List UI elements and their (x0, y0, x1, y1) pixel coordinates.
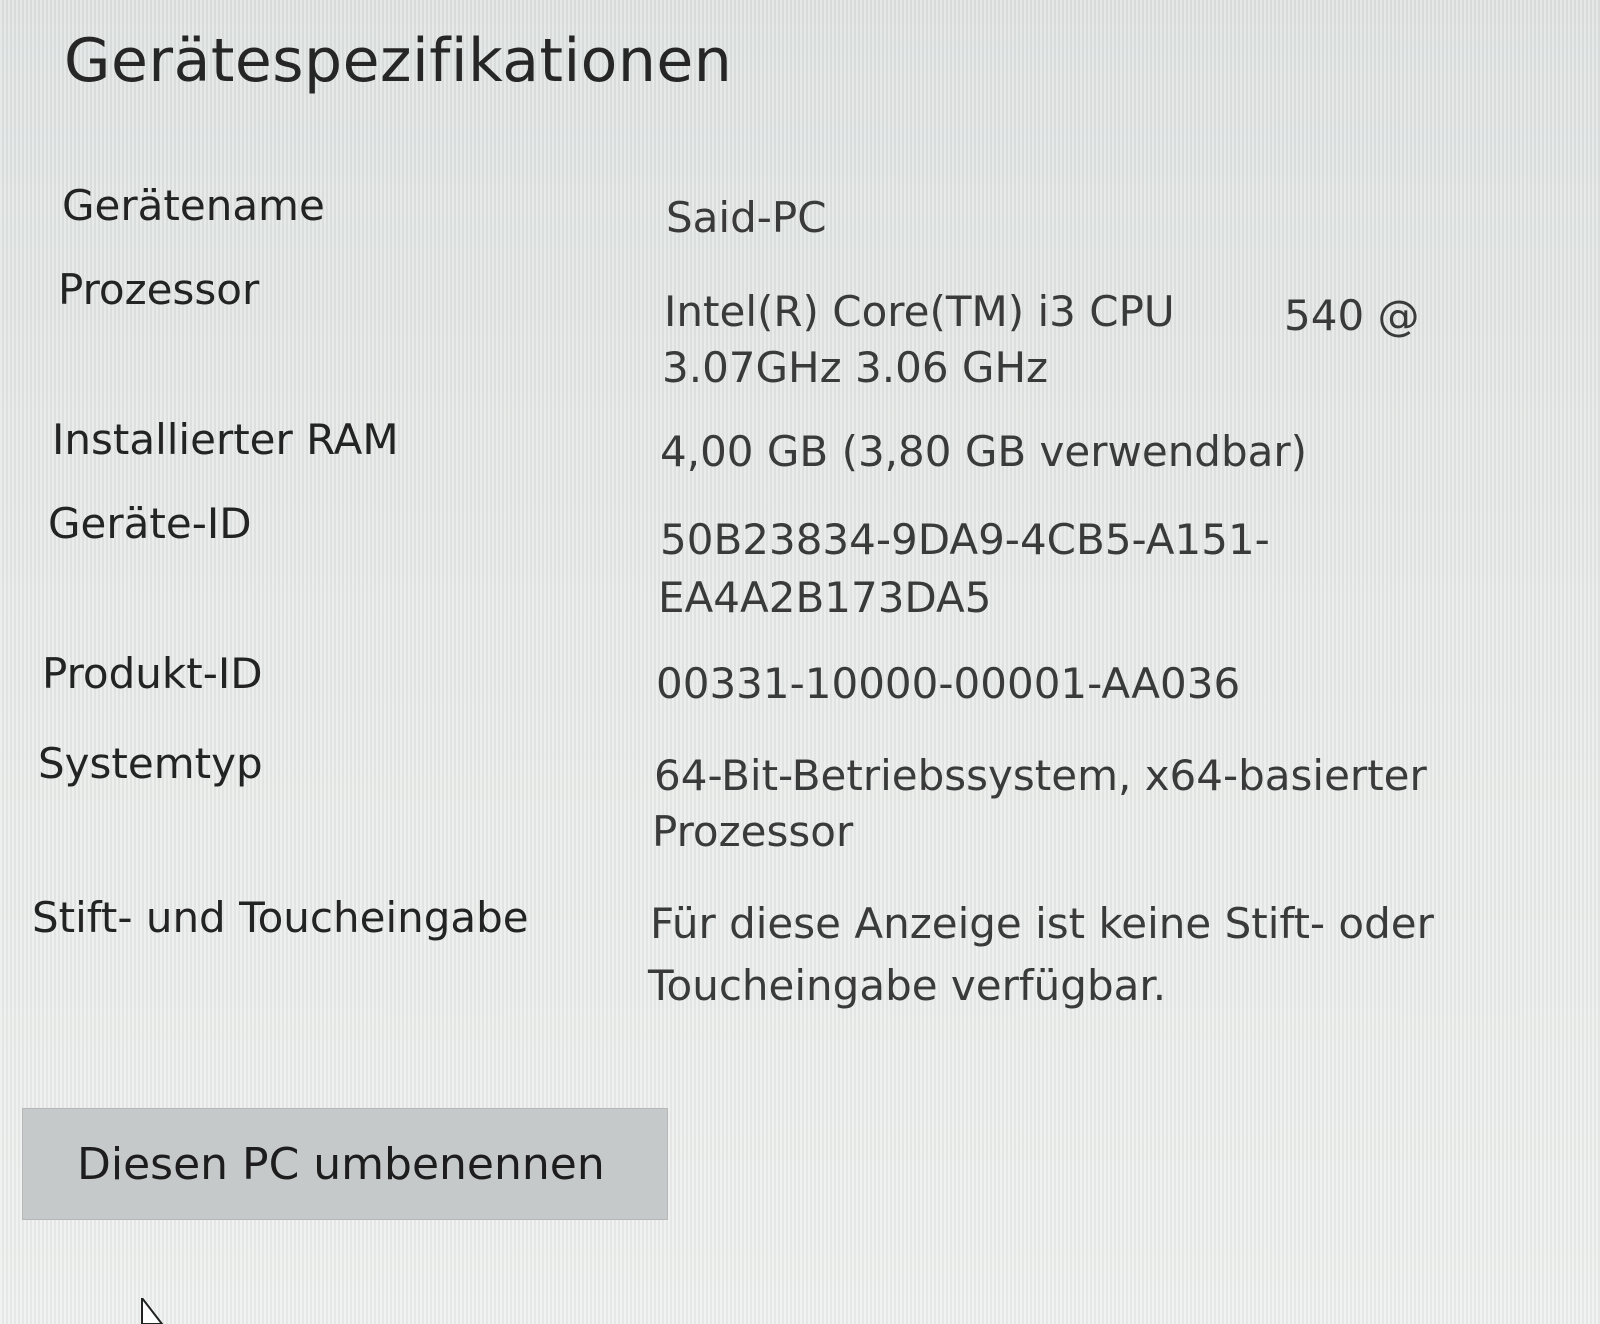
device-specifications-panel: Gerätespezifikationen Gerätename Said-PC… (0, 0, 1600, 1324)
device-name-value: Said-PC (666, 193, 827, 242)
rename-pc-button[interactable]: Diesen PC umbenennen (22, 1108, 668, 1220)
system-type-value-line1: 64-Bit-Betriebssystem, x64-basierter (654, 751, 1427, 800)
device-id-value-line2: EA4A2B173DA5 (658, 573, 992, 622)
processor-label: Prozessor (58, 265, 260, 314)
product-id-label: Produkt-ID (42, 649, 263, 698)
system-type-value-line2: Prozessor (652, 807, 854, 856)
system-type-label: Systemtyp (38, 739, 263, 788)
pen-touch-value-line2: Toucheingabe verfügbar. (648, 961, 1167, 1010)
processor-value-line1: Intel(R) Core(TM) i3 CPU (664, 287, 1175, 336)
mouse-pointer-icon (141, 1298, 164, 1324)
spec-table: Gerätename Said-PC Prozessor Intel(R) Co… (0, 0, 1600, 1100)
device-id-label: Geräte-ID (48, 499, 252, 548)
product-id-value: 00331-10000-00001-AA036 (656, 659, 1241, 708)
pen-touch-value-line1: Für diese Anzeige ist keine Stift- oder (650, 899, 1434, 948)
device-name-label: Gerätename (62, 181, 325, 230)
ram-value: 4,00 GB (3,80 GB verwendbar) (660, 427, 1308, 476)
processor-model-value: 540 @ (1284, 291, 1420, 340)
device-id-value-line1: 50B23834-9DA9-4CB5-A151- (660, 515, 1270, 564)
processor-value-line2: 3.07GHz 3.06 GHz (662, 343, 1049, 392)
pen-touch-label: Stift- und Toucheingabe (32, 893, 529, 942)
ram-label: Installierter RAM (52, 415, 399, 464)
